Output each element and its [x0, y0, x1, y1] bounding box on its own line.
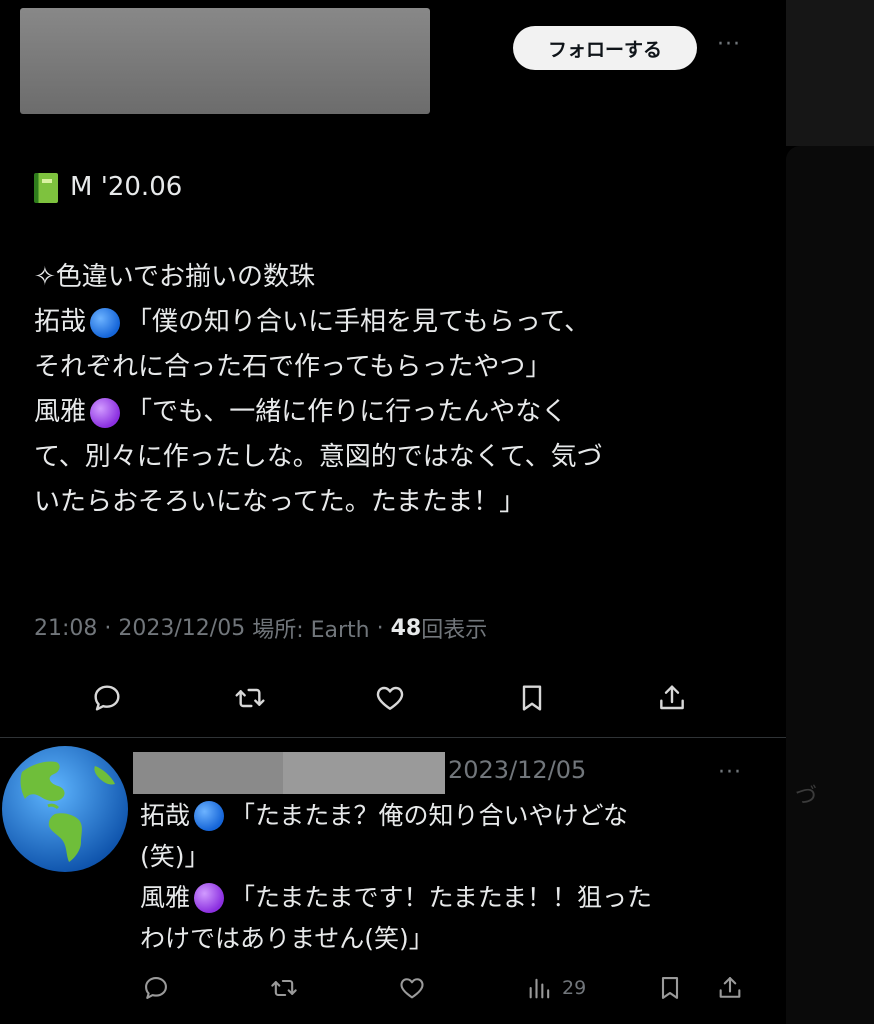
reply-view-count: 29 [562, 977, 587, 999]
purple-circle-icon [194, 882, 225, 913]
globe-icon [2, 746, 128, 872]
reply-line: (笑)」 [140, 836, 760, 877]
tweet-line: て、別々に作ったしな。意図的ではなくて、気づ [34, 435, 774, 480]
reply-like-button[interactable] [398, 968, 426, 1008]
reply-line-text: 「たまたま？俺の知り合いやけどな [230, 801, 629, 830]
share-icon [660, 685, 684, 710]
tweet-line: いたらおそろいになってた。たまたま！」 [34, 480, 774, 525]
tweet-line-text: て、別々に作ったしな。意図的ではなくて、気づ [34, 442, 603, 472]
redacted-username [20, 8, 430, 114]
divider [0, 737, 786, 738]
reply-line-text: 「たまたまです！たまたま！！狙った [230, 883, 653, 912]
view-count-label: 回表示 [421, 618, 488, 643]
speaker-name: 拓哉 [140, 801, 191, 830]
side-panel [786, 146, 874, 1024]
tweet-line-text: M '20.06 [70, 172, 183, 202]
tweet-line-text: ✧色違いでお揃いの数珠 [34, 262, 316, 292]
reply-icon [94, 685, 120, 711]
speaker-name: 拓哉 [34, 307, 87, 337]
meta-separator [245, 616, 252, 641]
redacted-reply-name [133, 752, 283, 794]
tweet-line: それぞれに合った石で作ってもらったやつ」 [34, 345, 774, 390]
tweet-line-text: 「僕の知り合いに手相を見てもらって、 [126, 307, 591, 337]
blue-circle-icon [194, 800, 225, 831]
bookmark-icon [522, 685, 542, 711]
tweet-line: 風雅 「でも、一緒に作りに行ったんやなく [34, 390, 774, 435]
tweet-date[interactable]: 2023/12/05 [118, 616, 245, 641]
tweet-line: 拓哉 「僕の知り合いに手相を見てもらって、 [34, 300, 774, 345]
reply-share-button[interactable] [716, 968, 744, 1008]
side-panel-top [786, 0, 874, 146]
reply-line-text: わけではありません(笑)」 [140, 924, 434, 953]
reply-line: 拓哉 「たまたま？俺の知り合いやけどな [140, 795, 760, 836]
retweet-icon [235, 688, 265, 708]
tweet-actions [70, 676, 720, 720]
tweet-line: ✧色違いでお揃いの数珠 [34, 255, 774, 300]
reply-date[interactable]: 2023/12/05 [448, 756, 586, 784]
tweet-location: 場所: Earth [252, 618, 370, 643]
redacted-reply-handle [283, 752, 445, 794]
avatar[interactable] [0, 744, 130, 874]
view-count: 48 [390, 615, 422, 641]
blue-circle-icon [90, 307, 121, 338]
reply-reply-button[interactable] [142, 968, 170, 1008]
tweet-time[interactable]: 21:08 [34, 616, 97, 641]
reply-text: 拓哉 「たまたま？俺の知り合いやけどな (笑)」 風雅 「たまたまです！たまたま… [140, 795, 760, 959]
tweet-line-text: 「でも、一緒に作りに行ったんやなく [126, 397, 568, 427]
reply-line: 風雅 「たまたまです！たまたま！！狙った [140, 877, 760, 918]
reply-actions: 29 [130, 968, 770, 1008]
reply-button[interactable] [85, 676, 129, 720]
reply-bookmark-button[interactable] [656, 968, 684, 1008]
retweet-button[interactable] [228, 676, 272, 720]
purple-circle-icon [90, 397, 121, 428]
tweet-line-text: いたらおそろいになってた。たまたま！」 [34, 487, 526, 517]
like-icon [376, 686, 404, 710]
reply-line: わけではありません(笑)」 [140, 918, 760, 959]
reply-icon [145, 977, 167, 999]
speaker-name: 風雅 [140, 883, 191, 912]
tweet-text: M '20.06 ✧色違いでお揃いの数珠 拓哉 「僕の知り合いに手相を見てもらっ… [34, 165, 774, 525]
book-icon [34, 172, 58, 203]
side-glyph: づ [795, 784, 818, 809]
tweet-meta: 21:08 · 2023/12/05 場所: Earth · 48 回表示 [34, 612, 487, 644]
bookmark-button[interactable] [510, 676, 554, 720]
meta-separator: · [369, 615, 391, 641]
speaker-name: 風雅 [34, 397, 87, 427]
like-icon [400, 978, 424, 999]
reply-more-icon[interactable]: ··· [718, 760, 742, 785]
share-icon [719, 977, 741, 998]
tweet-line-text: それぞれに合った石で作ってもらったやつ」 [34, 352, 552, 382]
bookmark-icon [661, 977, 679, 999]
reply-retweet-button[interactable] [270, 968, 298, 1008]
reply-views-button[interactable]: 29 [526, 968, 586, 1008]
follow-button[interactable]: フォローする [513, 26, 697, 70]
more-icon[interactable]: ··· [717, 32, 741, 57]
like-button[interactable] [368, 676, 412, 720]
retweet-icon [271, 979, 297, 997]
tweet-line [34, 210, 774, 255]
share-button[interactable] [650, 676, 694, 720]
meta-separator: · [97, 615, 119, 641]
views-icon [529, 978, 550, 999]
tweet-line: M '20.06 [34, 165, 774, 210]
reply-line-text: (笑)」 [140, 842, 210, 871]
